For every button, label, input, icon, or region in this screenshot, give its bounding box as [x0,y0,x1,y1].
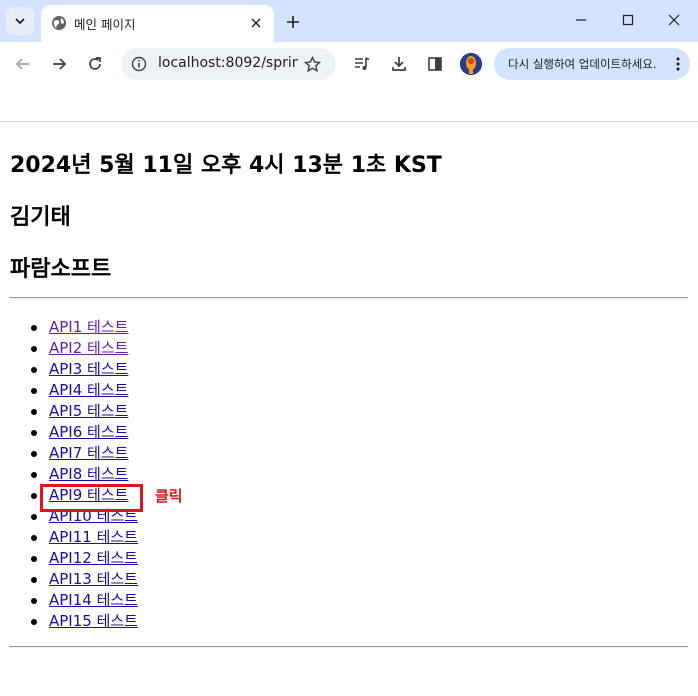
chrome-divider [0,121,698,122]
menu-button[interactable] [670,56,686,72]
url-text[interactable]: localhost:8092/sprin... [158,55,298,71]
bullet [31,493,37,499]
close-icon [668,14,680,26]
info-icon [131,56,147,72]
api-link-13[interactable]: API13 테스트 [49,569,138,590]
top-divider [9,297,688,299]
new-tab-button[interactable] [281,10,305,34]
api-link-5[interactable]: API5 테스트 [49,401,128,422]
bullet [31,619,37,625]
bullet [31,472,37,478]
address-bar[interactable]: localhost:8092/sprin... [121,48,336,80]
plus-icon [287,16,299,28]
side-panel-icon [428,57,442,71]
company-heading: 파람소프트 [10,257,112,282]
bullet [31,514,37,520]
api-link-12[interactable]: API12 테스트 [49,548,138,569]
download-icon [392,57,406,71]
update-button[interactable]: 다시 실행하여 업데이트하세요. [494,48,690,80]
maximize-icon [622,14,634,26]
bullet [31,577,37,583]
api-link-2[interactable]: API2 테스트 [49,338,128,359]
downloads-button[interactable] [387,52,411,76]
site-info-button[interactable] [129,54,149,74]
back-button[interactable] [11,52,35,76]
minimize-button[interactable] [558,6,604,34]
minimize-icon [576,19,586,21]
bookmark-button[interactable] [302,54,322,74]
api-link-4[interactable]: API4 테스트 [49,380,128,401]
reload-button[interactable] [83,52,107,76]
close-icon [251,18,261,28]
api-link-14[interactable]: API14 테스트 [49,590,138,611]
reload-icon [89,57,101,70]
bottom-divider [9,646,688,648]
click-annotation: 클릭 [155,487,183,505]
star-icon [303,55,321,72]
highlight-box [40,484,143,512]
media-queue-icon [355,57,370,70]
bullet [31,325,37,331]
tab-close-button[interactable] [246,13,266,33]
tab-title: 메인 페이지 [74,17,136,32]
arrow-left-icon [15,58,29,70]
bullet [31,409,37,415]
tab-search-button[interactable] [6,7,34,35]
bullet [31,598,37,604]
browser-titlebar: 메인 페이지 [0,0,698,42]
api-link-7[interactable]: API7 테스트 [49,443,128,464]
name-heading: 김기태 [10,205,71,230]
globe-icon [52,16,66,30]
api-link-6[interactable]: API6 테스트 [49,422,128,443]
bullet [31,388,37,394]
more-vertical-icon [676,57,680,71]
update-button-label: 다시 실행하여 업데이트하세요. [508,57,657,71]
browser-toolbar: localhost:8092/sprin... 다시 실행하여 업데이트하세요. [0,42,698,86]
chevron-down-icon [15,18,25,25]
api-link-15[interactable]: API15 테스트 [49,611,138,632]
bullet [31,556,37,562]
profile-avatar[interactable] [460,53,482,75]
api-link-8[interactable]: API8 테스트 [49,464,128,485]
bullet [31,346,37,352]
api-link-1[interactable]: API1 테스트 [49,317,128,338]
datetime-heading: 2024년 5월 11일 오후 4시 13분 1초 KST [10,153,442,178]
bullet [31,535,37,541]
maximize-button[interactable] [605,6,651,34]
side-panel-button[interactable] [423,52,447,76]
api-link-11[interactable]: API11 테스트 [49,527,138,548]
close-window-button[interactable] [651,6,697,34]
bullet [31,430,37,436]
api-link-3[interactable]: API3 테스트 [49,359,128,380]
bullet [31,367,37,373]
browser-tab[interactable]: 메인 페이지 [41,5,274,42]
media-queue-button[interactable] [350,52,374,76]
forward-button[interactable] [47,52,71,76]
bullet [31,451,37,457]
arrow-right-icon [53,58,67,70]
avatar-icon [460,53,482,75]
